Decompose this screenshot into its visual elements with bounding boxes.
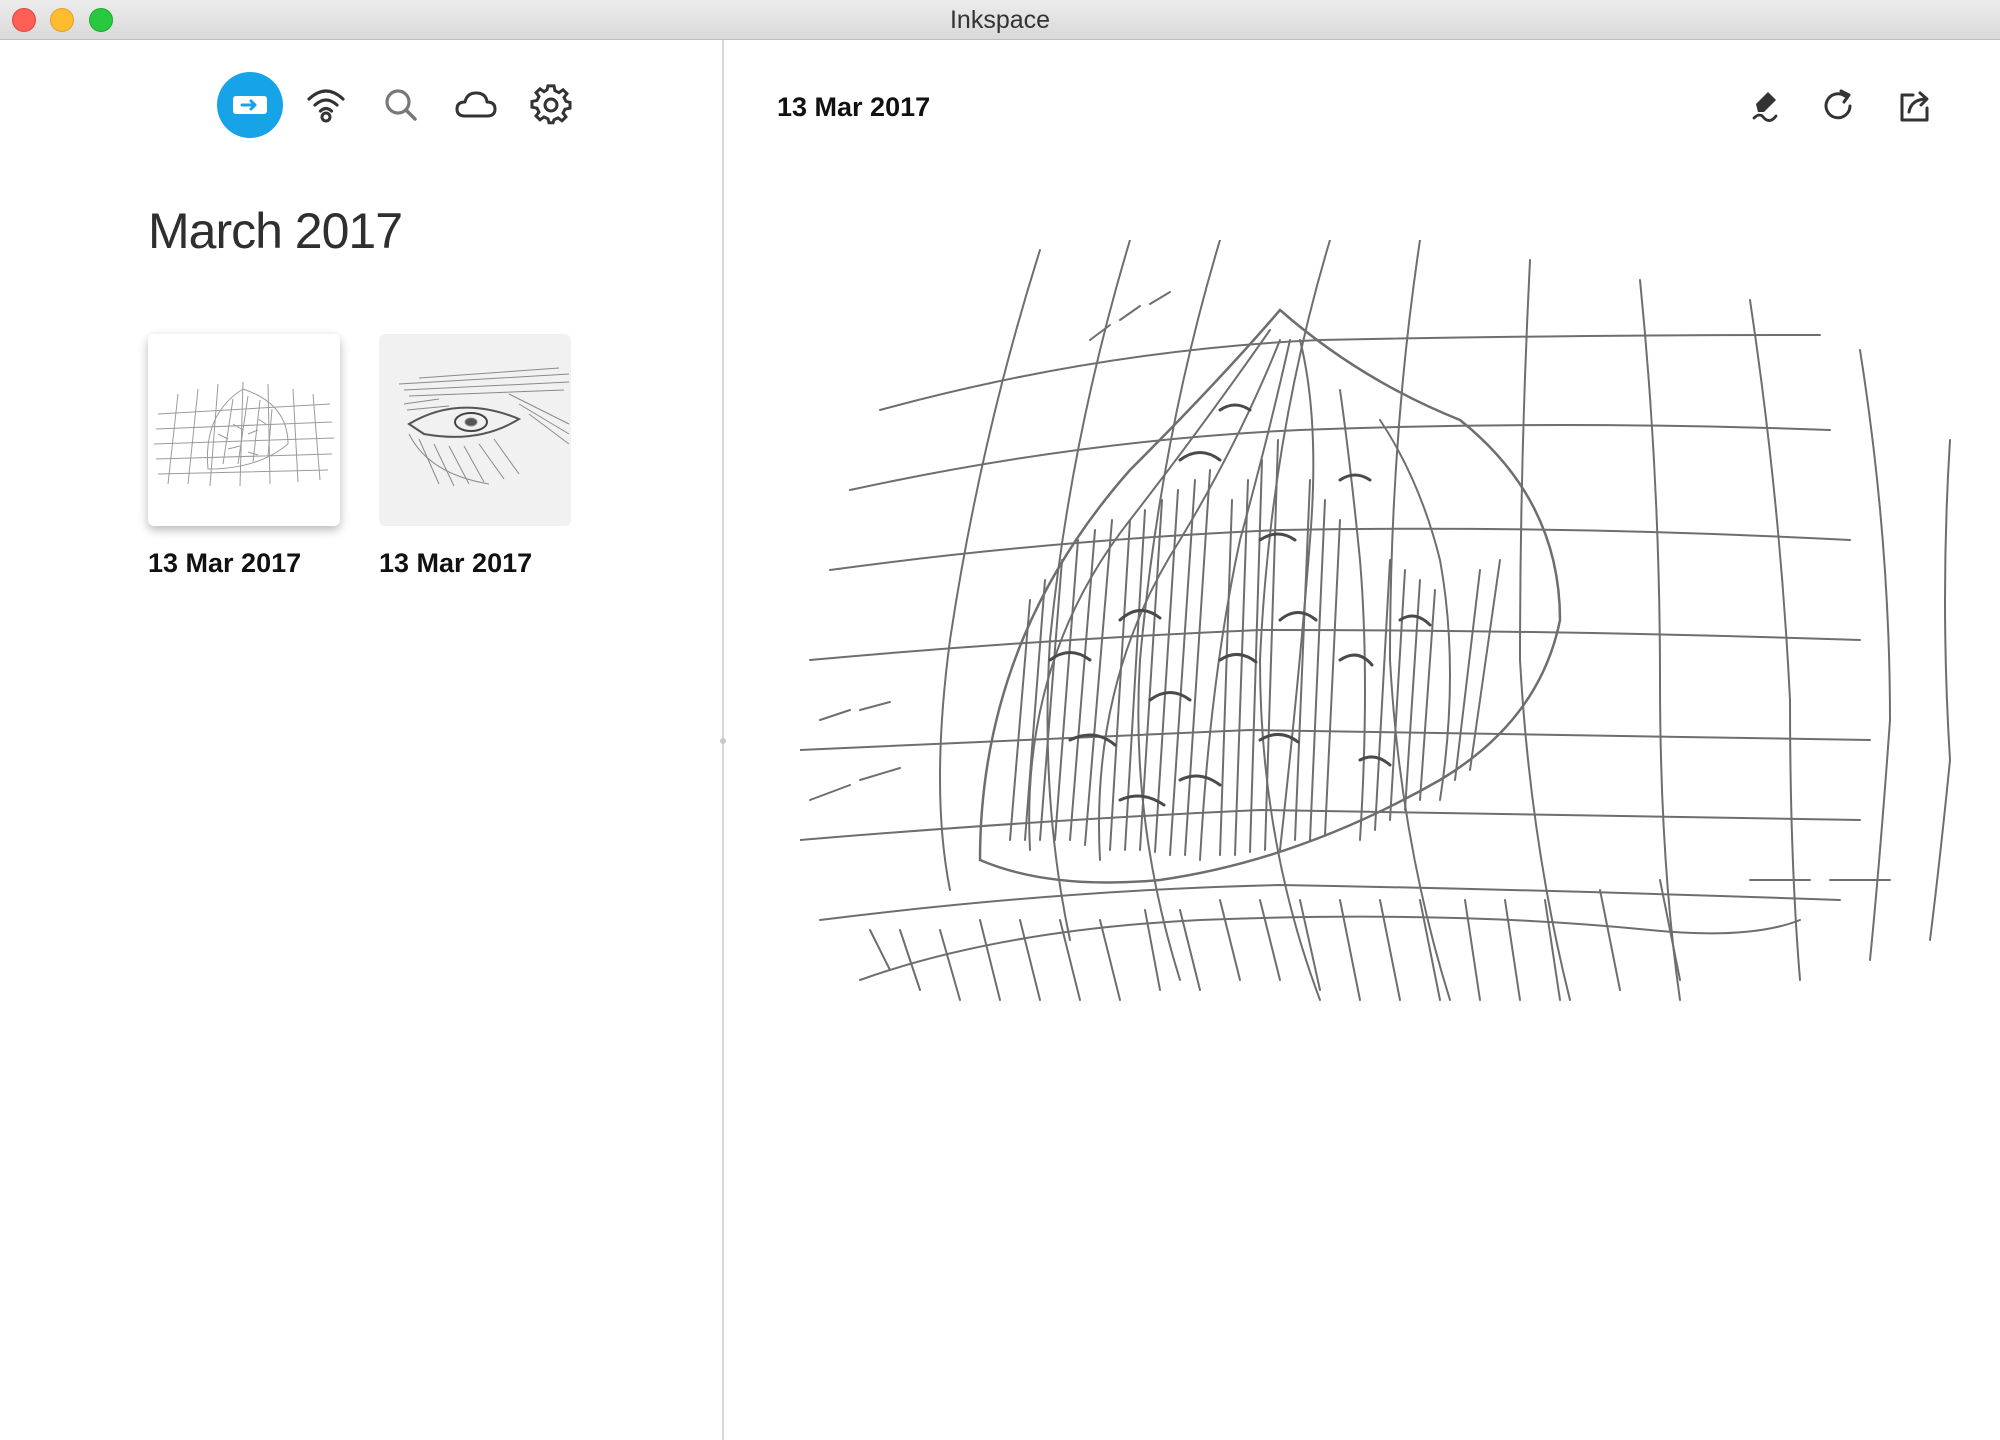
note-date-label: 13 Mar 2017: [148, 548, 302, 578]
leaf-sketch-thumbnail: [153, 381, 335, 487]
window-title: Inkspace: [949, 6, 1051, 34]
cloud-button[interactable]: [443, 72, 509, 138]
note-thumbnail[interactable]: [148, 334, 340, 526]
device-sync-icon: [233, 96, 267, 114]
device-sync-button[interactable]: [217, 72, 283, 138]
eye-sketch-thumbnail: [398, 367, 570, 487]
sidebar: March 2017 13 Mar 2017 13 Mar 2017: [0, 40, 722, 1440]
share-icon: [1900, 91, 1929, 122]
leaf-sketch-drawing: [799, 239, 1952, 1001]
note-date-label: 13 Mar 2017: [379, 548, 533, 578]
note-date-title: 13 Mar 2017: [777, 92, 931, 122]
gear-icon: [530, 84, 572, 125]
wifi-icon: [307, 89, 345, 123]
title-bar[interactable]: Inkspace: [0, 0, 2000, 40]
settings-button[interactable]: [518, 72, 584, 138]
share-button[interactable]: [1889, 80, 1941, 132]
redo-icon: [1824, 89, 1852, 120]
search-button[interactable]: [368, 72, 434, 138]
app-window: Inkspace March 2017 13 Mar 2017 13 Mar 2…: [0, 0, 2000, 1440]
pen-edit-icon: [1752, 92, 1778, 122]
wifi-button[interactable]: [293, 72, 359, 138]
redo-button[interactable]: [1813, 80, 1865, 132]
month-heading: March 2017: [148, 203, 403, 259]
edit-note-button[interactable]: [1738, 80, 1790, 132]
note-detail-panel: 13 Mar 2017: [724, 40, 2000, 1440]
drawing-canvas[interactable]: [799, 239, 2000, 1020]
search-icon: [385, 89, 417, 121]
note-thumbnail[interactable]: [379, 334, 571, 526]
cloud-icon: [455, 91, 497, 118]
